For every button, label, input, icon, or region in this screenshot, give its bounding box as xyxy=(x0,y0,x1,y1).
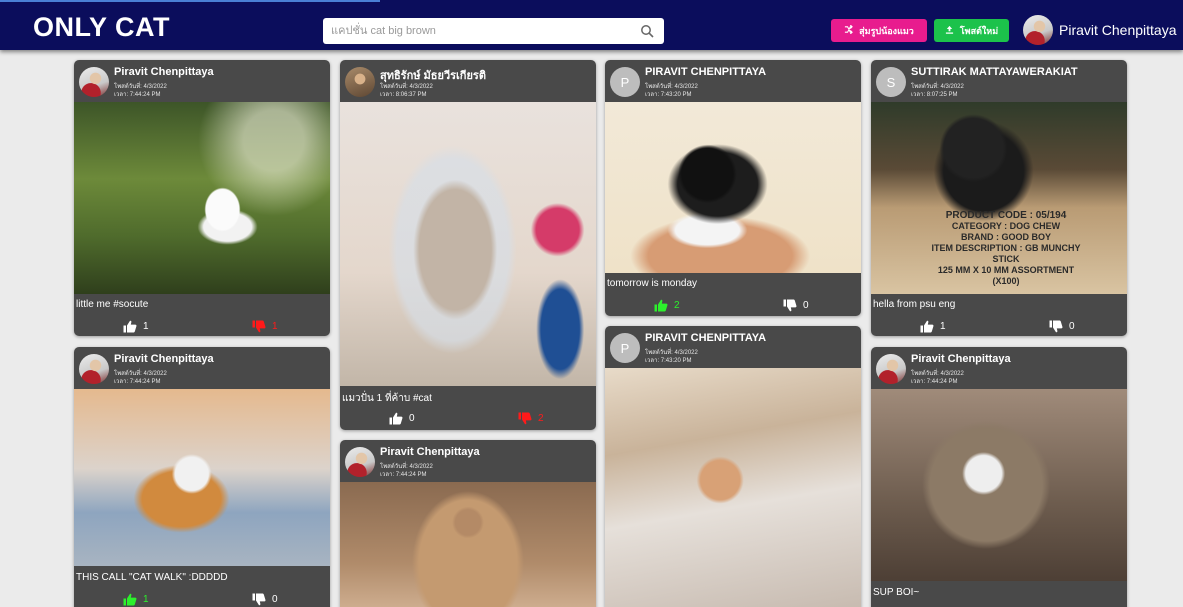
post-photo xyxy=(871,389,1127,581)
avatar[interactable] xyxy=(79,354,109,384)
avatar[interactable] xyxy=(345,447,375,477)
like-count: 1 xyxy=(940,320,946,332)
post-photo xyxy=(340,482,596,607)
post-card: P PIRAVIT CHENPITTAYA โพสต์วันที่: 4/3/2… xyxy=(605,60,861,316)
avatar[interactable]: P xyxy=(610,67,640,97)
app-logo[interactable]: ONLY CAT xyxy=(33,12,170,43)
like-button[interactable]: 1 xyxy=(123,318,183,334)
post-caption: hella from psu eng xyxy=(873,299,956,310)
dislike-count: 1 xyxy=(272,320,278,332)
post-header: Piravit Chenpittaya โพสต์วันที่: 4/3/202… xyxy=(340,440,596,482)
app-bar: ONLY CAT สุ่มรูปน้องแมว โพสต์ใหม่ Piravi… xyxy=(0,0,1183,50)
like-count: 1 xyxy=(143,593,149,605)
post-photo xyxy=(74,102,330,294)
post-caption: แมวปั่น 1 ที่ค้าบ #cat xyxy=(342,393,432,404)
box-label: PRODUCT CODE : 05/194 CATEGORY : DOG CHE… xyxy=(931,210,1081,286)
post-time: เวลา: 7:43:20 PM xyxy=(645,358,692,364)
post-photo xyxy=(74,389,330,566)
random-cat-button[interactable]: สุ่มรูปน้องแมว xyxy=(831,19,927,42)
thumbs-up-icon xyxy=(123,320,137,332)
post-time: เวลา: 7:44:24 PM xyxy=(380,472,427,478)
post-header: สุทธิรักษ์ มัธยวีรเกียรติ โพสต์วันที่: 4… xyxy=(340,60,596,102)
post-photo: PRODUCT CODE : 05/194 CATEGORY : DOG CHE… xyxy=(871,102,1127,294)
post-photo xyxy=(605,102,861,273)
dislike-button[interactable]: 0 xyxy=(1049,318,1109,334)
post-time: เวลา: 8:06:37 PM xyxy=(380,92,427,98)
like-button[interactable]: 1 xyxy=(123,591,183,607)
post-header: S SUTTIRAK MATTAYAWERAKIAT โพสต์วันที่: … xyxy=(871,60,1127,102)
thumbs-up-icon xyxy=(654,299,668,311)
like-count: 0 xyxy=(409,412,415,424)
thumbs-up-icon xyxy=(389,412,403,424)
thumbs-down-icon xyxy=(783,299,797,311)
post-card: S SUTTIRAK MATTAYAWERAKIAT โพสต์วันที่: … xyxy=(871,60,1127,336)
thumbs-down-icon xyxy=(252,593,266,605)
post-time: เวลา: 7:43:20 PM xyxy=(645,92,692,98)
post-card: Piravit Chenpittaya โพสต์วันที่: 4/3/202… xyxy=(74,347,330,607)
thumbs-up-icon xyxy=(123,593,137,605)
post-caption: THIS CALL "CAT WALK" :DDDDD xyxy=(76,572,228,583)
user-name: Piravit Chenpittaya xyxy=(1059,22,1177,38)
random-cat-label: สุ่มรูปน้องแมว xyxy=(859,25,914,36)
post-header: P PIRAVIT CHENPITTAYA โพสต์วันที่: 4/3/2… xyxy=(605,60,861,102)
post-header: Piravit Chenpittaya โพสต์วันที่: 4/3/202… xyxy=(74,60,330,102)
like-button[interactable]: 0 xyxy=(389,410,449,426)
new-post-label: โพสต์ใหม่ xyxy=(959,25,999,36)
thumbs-down-icon xyxy=(518,412,532,424)
user-menu[interactable]: Piravit Chenpittaya xyxy=(1023,15,1177,45)
dislike-count: 2 xyxy=(538,412,544,424)
post-header: P PIRAVIT CHENPITTAYA โพสต์วันที่: 4/3/2… xyxy=(605,326,861,368)
post-caption: little me #socute xyxy=(76,299,149,310)
post-caption: tomorrow is monday xyxy=(607,278,698,289)
like-count: 2 xyxy=(674,299,680,311)
search-input[interactable] xyxy=(323,18,623,44)
like-button[interactable]: 2 xyxy=(654,297,714,313)
search-icon[interactable] xyxy=(640,24,654,38)
post-card: Piravit Chenpittaya โพสต์วันที่: 4/3/202… xyxy=(74,60,330,336)
post-time: เวลา: 7:44:24 PM xyxy=(114,92,161,98)
dislike-button[interactable]: 0 xyxy=(783,297,843,313)
post-author[interactable]: Piravit Chenpittaya xyxy=(114,66,214,78)
post-time: เวลา: 8:07:25 PM xyxy=(911,92,958,98)
avatar[interactable]: S xyxy=(876,67,906,97)
top-accent-line xyxy=(0,0,380,2)
post-header: Piravit Chenpittaya โพสต์วันที่: 4/3/202… xyxy=(871,347,1127,389)
dislike-count: 0 xyxy=(1069,320,1075,332)
upload-icon xyxy=(945,25,954,36)
avatar[interactable] xyxy=(345,67,375,97)
avatar xyxy=(1023,15,1053,45)
dislike-button[interactable]: 2 xyxy=(518,410,578,426)
shuffle-icon xyxy=(844,24,854,36)
post-author[interactable]: PIRAVIT CHENPITTAYA xyxy=(645,66,766,78)
post-author[interactable]: Piravit Chenpittaya xyxy=(911,353,1011,365)
like-count: 1 xyxy=(143,320,149,332)
post-header: Piravit Chenpittaya โพสต์วันที่: 4/3/202… xyxy=(74,347,330,389)
post-card: P PIRAVIT CHENPITTAYA โพสต์วันที่: 4/3/2… xyxy=(605,326,861,607)
avatar[interactable] xyxy=(79,67,109,97)
post-photo xyxy=(605,368,861,607)
new-post-button[interactable]: โพสต์ใหม่ xyxy=(934,19,1009,42)
post-time: เวลา: 7:44:24 PM xyxy=(911,379,958,385)
search-box xyxy=(323,18,664,44)
dislike-count: 0 xyxy=(272,593,278,605)
dislike-button[interactable]: 0 xyxy=(252,591,312,607)
post-author[interactable]: Piravit Chenpittaya xyxy=(114,353,214,365)
like-button[interactable]: 1 xyxy=(920,318,980,334)
post-card: สุทธิรักษ์ มัธยวีรเกียรติ โพสต์วันที่: 4… xyxy=(340,60,596,430)
post-time: เวลา: 7:44:24 PM xyxy=(114,379,161,385)
thumbs-down-icon xyxy=(252,320,266,332)
post-author[interactable]: Piravit Chenpittaya xyxy=(380,446,480,458)
thumbs-down-icon xyxy=(1049,320,1063,332)
avatar[interactable] xyxy=(876,354,906,384)
post-card: Piravit Chenpittaya โพสต์วันที่: 4/3/202… xyxy=(871,347,1127,607)
avatar[interactable]: P xyxy=(610,333,640,363)
post-caption: SUP BOI~ xyxy=(873,587,920,598)
dislike-button[interactable]: 1 xyxy=(252,318,312,334)
post-author[interactable]: PIRAVIT CHENPITTAYA xyxy=(645,332,766,344)
post-author[interactable]: SUTTIRAK MATTAYAWERAKIAT xyxy=(911,66,1078,78)
dislike-count: 0 xyxy=(803,299,809,311)
post-card: Piravit Chenpittaya โพสต์วันที่: 4/3/202… xyxy=(340,440,596,607)
thumbs-up-icon xyxy=(920,320,934,332)
post-photo xyxy=(340,102,596,386)
